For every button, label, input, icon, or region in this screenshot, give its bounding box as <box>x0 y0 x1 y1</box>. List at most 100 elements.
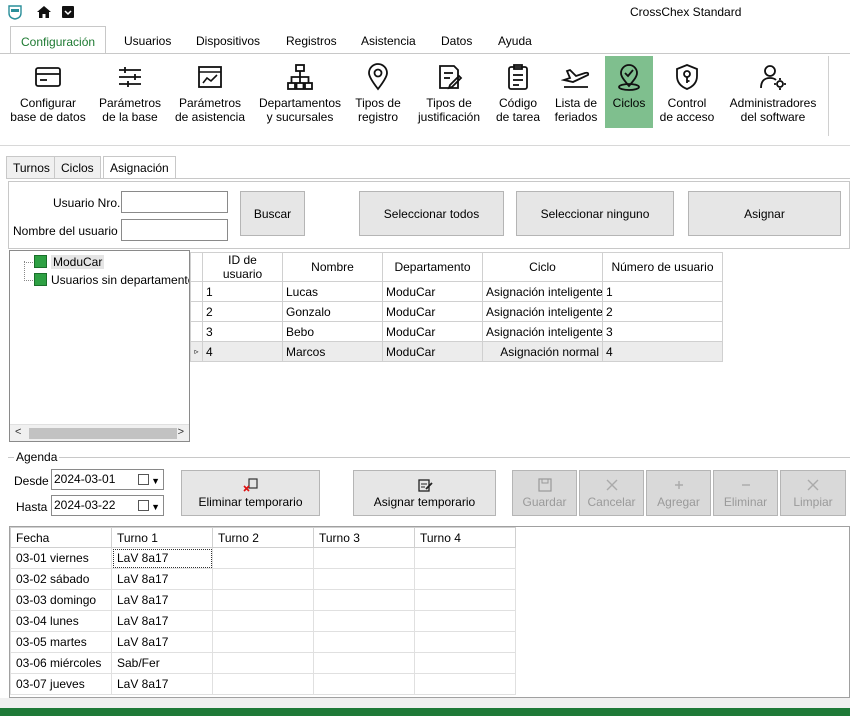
department-icon <box>34 273 47 286</box>
horizontal-scrollbar[interactable] <box>0 698 850 708</box>
user-name-label: Nombre del usuario <box>13 224 118 238</box>
cancel-button[interactable]: Cancelar <box>579 470 644 516</box>
calendar-icon[interactable] <box>138 474 149 485</box>
location-pin-icon <box>368 63 388 91</box>
to-label: Hasta <box>16 500 48 514</box>
tree-connector <box>24 261 25 281</box>
to-date-picker[interactable]: 2024-03-22 ▼ <box>51 495 164 516</box>
tab-dispositivos[interactable]: Dispositivos <box>186 26 270 54</box>
chevron-down-icon[interactable]: ▼ <box>151 498 160 517</box>
assign-button[interactable]: Asignar <box>688 191 841 236</box>
parametros-base-button[interactable]: Parámetros de la base <box>94 56 166 128</box>
table-row[interactable]: 03-05 martes LaV 8a17 <box>10 631 516 653</box>
codigo-tarea-button[interactable]: Código de tarea <box>492 56 544 128</box>
table-row[interactable]: 03-02 sábado LaV 8a17 <box>10 568 516 590</box>
delete-temp-button[interactable]: Eliminar temporario <box>181 470 320 516</box>
col-turno-2[interactable]: Turno 2 <box>212 527 314 548</box>
shield-key-icon <box>676 64 698 90</box>
col-numero-usuario[interactable]: Número de usuario <box>602 252 723 282</box>
table-row-selected[interactable]: ▹ 4 Marcos ModuCar Asignación normal 4 <box>190 341 723 362</box>
department-tree[interactable]: ModuCar Usuarios sin departamento < > <box>9 250 190 442</box>
departamentos-sucursales-button[interactable]: Departamentos y sucursales <box>255 56 345 128</box>
col-id-usuario[interactable]: ID de usuario <box>202 252 283 282</box>
configurar-base-datos-button[interactable]: Configurar base de datos <box>8 56 88 128</box>
table-row[interactable]: 2 Gonzalo ModuCar Asignación inteligente… <box>190 301 723 322</box>
tab-ayuda[interactable]: Ayuda <box>488 26 542 54</box>
from-label: Desde <box>14 474 49 488</box>
col-ciclo[interactable]: Ciclo <box>482 252 603 282</box>
row-header-corner <box>190 252 203 282</box>
document-edit-icon <box>439 65 463 90</box>
tab-asignacion[interactable]: Asignación <box>103 156 176 179</box>
select-all-button[interactable]: Seleccionar todos <box>359 191 504 236</box>
col-nombre[interactable]: Nombre <box>282 252 383 282</box>
table-row[interactable]: 03-04 lunes LaV 8a17 <box>10 610 516 632</box>
search-button[interactable]: Buscar <box>240 191 305 236</box>
plus-icon <box>674 481 683 489</box>
tipos-justificacion-button[interactable]: Tipos de justificación <box>411 56 487 128</box>
status-bar <box>0 708 850 716</box>
calendar-icon[interactable] <box>138 500 149 511</box>
card-icon[interactable] <box>61 5 75 19</box>
parametros-asistencia-button[interactable]: Parámetros de asistencia <box>172 56 248 128</box>
edit-schedule-icon <box>417 479 433 492</box>
lista-feriados-button[interactable]: Lista de feriados <box>550 56 602 128</box>
tipos-registro-button[interactable]: Tipos de registro <box>352 56 404 128</box>
schedule-table: Fecha Turno 1 Turno 2 Turno 3 Turno 4 03… <box>9 526 850 698</box>
home-icon[interactable] <box>36 4 52 20</box>
tab-asistencia[interactable]: Asistencia <box>351 26 426 54</box>
tab-registros[interactable]: Registros <box>276 26 347 54</box>
assign-temp-button[interactable]: Asignar temporario <box>353 470 496 516</box>
subtabs-divider <box>6 178 850 179</box>
tree-horizontal-scrollbar[interactable]: < > <box>10 424 189 441</box>
col-turno-3[interactable]: Turno 3 <box>313 527 415 548</box>
tree-item-sin-departamento[interactable]: Usuarios sin departamento <box>34 271 189 289</box>
department-icon <box>34 255 47 268</box>
minus-icon <box>741 484 750 486</box>
search-panel: Usuario Nro. Nombre del usuario Buscar S… <box>8 181 850 249</box>
save-button[interactable]: Guardar <box>512 470 577 516</box>
delete-button[interactable]: Eliminar <box>713 470 778 516</box>
user-name-input[interactable] <box>121 219 228 241</box>
scroll-left-icon[interactable]: < <box>15 426 21 438</box>
table-row[interactable]: 03-03 domingo LaV 8a17 <box>10 589 516 611</box>
row-header <box>190 321 203 342</box>
user-no-input[interactable] <box>121 191 228 213</box>
table-row[interactable]: 3 Bebo ModuCar Asignación inteligente 3 <box>190 321 723 342</box>
tab-usuarios[interactable]: Usuarios <box>114 26 181 54</box>
scroll-thumb[interactable] <box>29 428 177 439</box>
current-row-marker: ▹ <box>190 341 203 362</box>
tree-item-moducar[interactable]: ModuCar <box>34 253 105 271</box>
col-fecha[interactable]: Fecha <box>10 527 112 548</box>
select-none-button[interactable]: Seleccionar ninguno <box>516 191 674 236</box>
add-button[interactable]: Agregar <box>646 470 711 516</box>
col-turno-4[interactable]: Turno 4 <box>414 527 516 548</box>
title-bar: CrossChex Standard <box>0 0 850 26</box>
tab-datos[interactable]: Datos <box>431 26 482 54</box>
from-date-picker[interactable]: 2024-03-01 ▼ <box>51 469 164 490</box>
control-acceso-button[interactable]: Control de acceso <box>658 56 716 128</box>
tab-turnos[interactable]: Turnos <box>6 156 57 178</box>
row-header <box>190 301 203 322</box>
tab-ciclos[interactable]: Ciclos <box>54 156 101 178</box>
user-gear-icon <box>760 65 786 90</box>
table-row[interactable]: 03-06 miércoles Sab/Fer <box>10 652 516 674</box>
clear-button[interactable]: Limpiar <box>780 470 846 516</box>
administradores-software-button[interactable]: Administradores del software <box>724 56 822 128</box>
scroll-right-icon[interactable]: > <box>178 426 184 438</box>
table-row[interactable]: 03-01 viernes LaV 8a17 <box>10 547 516 569</box>
chevron-down-icon[interactable]: ▼ <box>151 472 160 491</box>
col-departamento[interactable]: Departamento <box>382 252 483 282</box>
close-icon <box>807 479 819 491</box>
users-table: ID de usuario Nombre Departamento Ciclo … <box>190 252 723 362</box>
crosschex-logo-icon <box>8 5 22 20</box>
col-turno-1[interactable]: Turno 1 <box>111 527 213 548</box>
ciclos-button[interactable]: Ciclos <box>605 56 653 128</box>
plane-icon <box>561 68 590 88</box>
table-row[interactable]: 1 Lucas ModuCar Asignación inteligente 1 <box>190 281 723 302</box>
tab-configuracion[interactable]: Configuración <box>10 26 107 55</box>
cancel-icon <box>606 479 617 491</box>
table-row[interactable]: 03-07 jueves LaV 8a17 <box>10 673 516 695</box>
ribbon-toolbar: Configurar base de datos Parámetros de l… <box>0 54 850 146</box>
ribbon-separator <box>828 56 829 136</box>
